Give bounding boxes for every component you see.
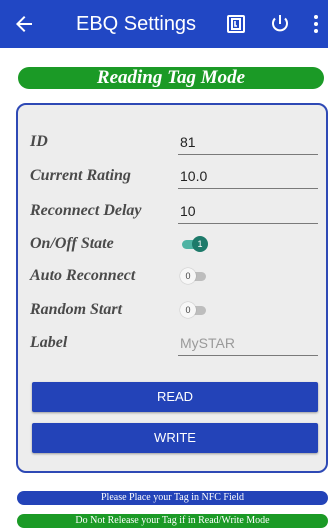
app-title: EBQ Settings — [76, 13, 197, 35]
random-start-label: Random Start — [30, 301, 123, 318]
auto-reconnect-label: Auto Reconnect — [30, 267, 136, 284]
reconnect-delay-label: Reconnect Delay — [30, 202, 142, 219]
power-icon[interactable] — [268, 12, 292, 36]
on-off-state-switch[interactable]: 1 — [180, 236, 208, 252]
auto-reconnect-switch[interactable]: 0 — [180, 268, 208, 284]
id-field[interactable] — [178, 129, 318, 155]
mode-banner: Reading Tag Mode — [18, 67, 324, 89]
switch-thumb: 1 — [192, 236, 208, 252]
reconnect-delay-field[interactable] — [178, 198, 318, 224]
app-bar: EBQ Settings — [0, 0, 328, 48]
settings-card — [16, 103, 328, 473]
read-button[interactable]: READ — [32, 382, 318, 412]
id-label: ID — [30, 133, 48, 150]
random-start-switch[interactable]: 0 — [180, 302, 208, 318]
more-vert-icon[interactable] — [304, 12, 328, 36]
read-write-warning: Do Not Release your Tag if in Read/Write… — [17, 514, 328, 528]
label-field[interactable] — [178, 330, 318, 356]
arrow-left-icon[interactable] — [12, 12, 36, 36]
switch-thumb: 0 — [180, 302, 196, 318]
nfc-field-notice: Please Place your Tag in NFC Field — [17, 491, 328, 505]
on-off-state-label: On/Off State — [30, 235, 114, 252]
current-rating-label: Current Rating — [30, 167, 131, 184]
current-rating-field[interactable] — [178, 163, 318, 189]
switch-thumb: 0 — [180, 268, 196, 284]
label-label: Label — [30, 334, 68, 351]
write-button[interactable]: WRITE — [32, 423, 318, 453]
nfc-icon[interactable] — [224, 12, 248, 36]
